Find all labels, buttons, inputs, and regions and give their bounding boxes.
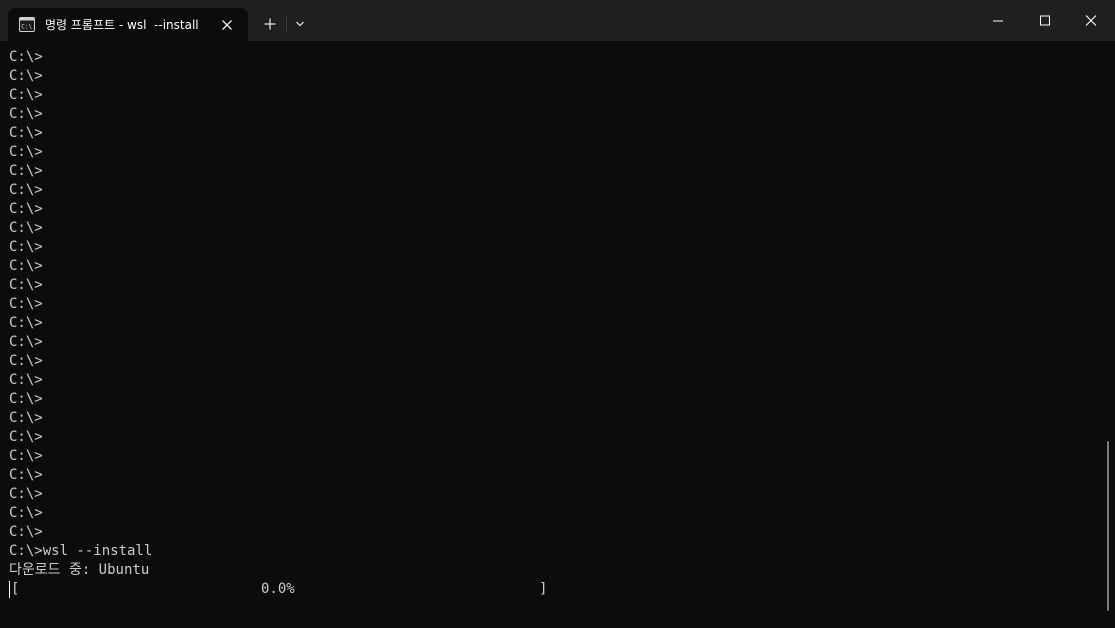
tab-command-prompt[interactable]: C:\ 명령 프롬프트 - wsl --install [8,8,248,41]
close-window-icon[interactable] [1067,0,1115,41]
terminal-line: C:\> [9,372,43,388]
new-tab-plus-icon[interactable] [257,8,283,40]
terminal-line: C:\> [9,277,43,293]
terminal-line: C:\> [9,49,43,65]
terminal-line: C:\> [9,144,43,160]
progress-bar-close-bracket: ] [539,581,548,597]
terminal-line: C:\> [9,467,43,483]
terminal-line: C:\> [9,505,43,521]
terminal-line: C:\> [9,334,43,350]
progress-bar-open-bracket: [ [11,581,20,597]
minimize-icon[interactable] [975,0,1021,41]
terminal-line: C:\> [9,125,43,141]
terminal-line: C:\> [9,315,43,331]
svg-text:C:\: C:\ [21,24,32,31]
download-status-line: 다운로드 중: Ubuntu [9,562,150,578]
command-line: C:\>wsl --install [9,543,153,559]
scrollbar-thumb[interactable] [1107,441,1109,611]
tab-title: 명령 프롬프트 - wsl --install [45,18,199,32]
terminal-line: C:\> [9,201,43,217]
terminal-line: C:\> [9,448,43,464]
tab-separator [286,16,287,32]
terminal-line: C:\> [9,524,43,540]
terminal-line: C:\> [9,258,43,274]
chevron-down-icon[interactable] [290,8,310,40]
terminal-window: C:\ 명령 프롬프트 - wsl --install C:\> C:\> C:… [0,0,1115,628]
progress-bar: [ 0.0% ] [9,580,1104,599]
terminal-line: C:\> [9,182,43,198]
terminal-line: C:\> [9,353,43,369]
terminal-line: C:\> [9,486,43,502]
terminal-output[interactable]: C:\> C:\> C:\> C:\> C:\> C:\> C:\> C:\> … [0,48,1104,628]
terminal-line: C:\> [9,87,43,103]
text-cursor [9,581,10,598]
title-bar: C:\ 명령 프롬프트 - wsl --install [0,0,1115,41]
terminal-line: C:\> [9,429,43,445]
terminal-line: C:\> [9,391,43,407]
terminal-line: C:\> [9,239,43,255]
progress-percent: 0.0% [261,581,295,597]
terminal-line: C:\> [9,410,43,426]
terminal-line: C:\> [9,296,43,312]
terminal-line: C:\> [9,163,43,179]
terminal-line: C:\> [9,106,43,122]
terminal-line: C:\> [9,68,43,84]
maximize-icon[interactable] [1021,0,1067,41]
terminal-line: C:\> [9,220,43,236]
tab-close-icon[interactable] [218,16,236,34]
cmd-icon: C:\ [19,17,35,32]
